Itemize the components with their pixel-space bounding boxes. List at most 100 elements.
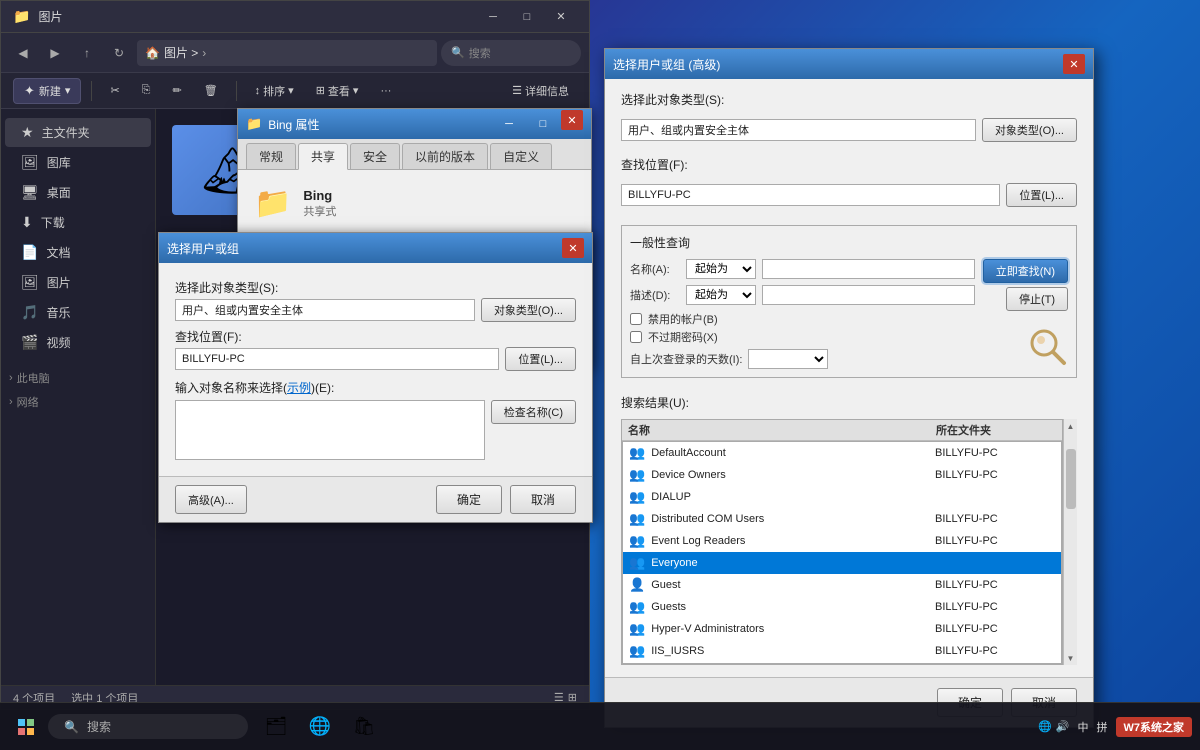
tab-previous-versions[interactable]: 以前的版本 <box>402 143 488 169</box>
result-Guests[interactable]: 👥 Guests BILLYFU-PC <box>623 596 1061 618</box>
bing-props-maximize[interactable]: □ <box>527 110 559 138</box>
scrollbar-thumb[interactable] <box>1066 449 1076 509</box>
select-user-adv-close[interactable]: ✕ <box>1063 54 1085 74</box>
result-Everyone[interactable]: 👥 Everyone <box>623 552 1061 574</box>
sidebar-item-home[interactable]: ★ 主文件夹 <box>5 118 151 147</box>
result-EventLogReaders[interactable]: 👥 Event Log Readers BILLYFU-PC <box>623 530 1061 552</box>
result-DefaultAccount[interactable]: 👥 DefaultAccount BILLYFU-PC <box>623 442 1061 464</box>
advanced-button[interactable]: 高级(A)... <box>175 485 247 514</box>
more-button[interactable]: ··· <box>372 82 399 100</box>
volume-icon[interactable]: 🔊 <box>1056 720 1070 733</box>
back-button[interactable]: ◀ <box>9 39 37 67</box>
example-link[interactable]: 示例 <box>287 381 311 395</box>
no-expire-checkbox[interactable] <box>630 331 642 343</box>
disabled-accounts-checkbox[interactable] <box>630 313 642 325</box>
bing-props-title: Bing 属性 <box>268 116 487 133</box>
taskbar-time-label: 中 <box>1078 719 1089 735</box>
refresh-button[interactable]: ↻ <box>105 39 133 67</box>
action-sep-2 <box>236 81 237 101</box>
disabled-accounts-label: 禁用的帐户(B) <box>648 311 718 327</box>
details-label: 详细信息 <box>525 83 569 99</box>
location-button[interactable]: 位置(L)... <box>505 347 576 371</box>
rename-button[interactable]: ✏ <box>164 81 189 100</box>
result-DeviceOwners[interactable]: 👥 Device Owners BILLYFU-PC <box>623 464 1061 486</box>
adv-location-row: BILLYFU-PC 位置(L)... <box>621 183 1077 207</box>
taskbar-icon-explorer[interactable]: 🗂 <box>256 707 296 747</box>
adv-location-button[interactable]: 位置(L)... <box>1006 183 1077 207</box>
desc-select[interactable]: 起始为 <box>686 285 756 305</box>
forward-button[interactable]: ▶ <box>41 39 69 67</box>
copy-button[interactable]: ⎘ <box>134 81 159 100</box>
desc-input[interactable] <box>762 285 975 305</box>
address-bar[interactable]: 🏠 图片 > › <box>137 40 437 66</box>
sidebar-item-music[interactable]: 🎵 音乐 <box>5 298 151 327</box>
group-icon-7: 👥 <box>629 599 645 615</box>
select-user-cancel[interactable]: 取消 <box>510 485 576 514</box>
stop-button[interactable]: 停止(T) <box>1006 287 1068 311</box>
object-name-textarea[interactable] <box>175 400 485 460</box>
result-INTERACTIVE[interactable]: 👥 INTERACTIVE <box>623 662 1061 664</box>
sidebar-item-downloads[interactable]: ⬇ 下载 <box>5 208 151 237</box>
select-user-small-titlebar: 选择用户或组 ✕ <box>159 233 592 263</box>
select-user-small-close[interactable]: ✕ <box>562 238 584 258</box>
close-button[interactable]: ✕ <box>545 3 577 31</box>
taskbar-search[interactable]: 🔍 搜索 <box>48 714 248 739</box>
select-user-ok[interactable]: 确定 <box>436 485 502 514</box>
name-select[interactable]: 起始为 <box>686 259 756 279</box>
result-HyperV[interactable]: 👥 Hyper-V Administrators BILLYFU-PC <box>623 618 1061 640</box>
details-button[interactable]: ☰ 详细信息 <box>504 80 577 102</box>
scroll-down-arrow[interactable]: ▼ <box>1064 651 1078 665</box>
taskbar-input-method[interactable]: 拼 <box>1097 719 1108 735</box>
minimize-button[interactable]: ─ <box>477 3 509 31</box>
new-button[interactable]: ✦ 新建 ▾ <box>13 78 81 104</box>
check-names-button[interactable]: 检查名称(C) <box>491 400 576 424</box>
sidebar-item-videos[interactable]: 🎬 视频 <box>5 328 151 357</box>
adv-object-type-button[interactable]: 对象类型(O)... <box>982 118 1077 142</box>
select-user-small-dialog: 选择用户或组 ✕ 选择此对象类型(S): 用户、组或内置安全主体 对象类型(O)… <box>158 232 593 523</box>
tab-security[interactable]: 安全 <box>350 143 400 169</box>
search-results-list[interactable]: 👥 DefaultAccount BILLYFU-PC 👥 Device Own… <box>622 441 1062 664</box>
general-query-box: 一般性查询 名称(A): 起始为 描述(D): 起 <box>621 225 1077 378</box>
find-now-button[interactable]: 立即查找(N) <box>983 259 1068 283</box>
bing-props-minimize[interactable]: ─ <box>493 110 525 138</box>
sidebar-item-documents[interactable]: 📄 文档 <box>5 238 151 267</box>
tab-custom[interactable]: 自定义 <box>490 143 552 169</box>
delete-button[interactable]: 🗑 <box>196 81 226 100</box>
group-icon-9: 👥 <box>629 643 645 659</box>
sidebar-label-gallery: 图库 <box>47 154 71 171</box>
sidebar-item-desktop[interactable]: 🖥 桌面 <box>5 178 151 207</box>
result-Guest[interactable]: 👤 Guest BILLYFU-PC <box>623 574 1061 596</box>
this-pc-group[interactable]: › 此电脑 <box>1 366 155 390</box>
adv-object-type-row: 用户、组或内置安全主体 对象类型(O)... <box>621 118 1077 142</box>
scrollbar-track[interactable]: ▲ ▼ <box>1063 419 1077 665</box>
object-type-button[interactable]: 对象类型(O)... <box>481 298 576 322</box>
taskbar-search-icon: 🔍 <box>64 720 79 734</box>
scroll-up-arrow[interactable]: ▲ <box>1064 419 1078 433</box>
result-DistributedCOMUsers[interactable]: 👥 Distributed COM Users BILLYFU-PC <box>623 508 1061 530</box>
network-group[interactable]: › 网络 <box>1 390 155 414</box>
group-icon-5: 👥 <box>629 533 645 549</box>
days-select[interactable] <box>748 349 828 369</box>
search-box[interactable]: 🔍 搜索 <box>441 40 581 66</box>
dialog-folder-icon: 📁 <box>254 186 291 221</box>
sidebar-item-gallery[interactable]: 🖼 图库 <box>5 148 151 177</box>
maximize-button[interactable]: □ <box>511 3 543 31</box>
network-tray-icon[interactable]: 🌐 <box>1038 720 1052 733</box>
tab-share[interactable]: 共享 <box>298 143 348 170</box>
cut-button[interactable]: ✂ <box>102 81 127 100</box>
sidebar-item-pictures[interactable]: 🖼 图片 <box>5 268 151 297</box>
result-DIALUP[interactable]: 👥 DIALUP <box>623 486 1061 508</box>
up-button[interactable]: ↑ <box>73 39 101 67</box>
name-input[interactable] <box>762 259 975 279</box>
bing-props-close[interactable]: ✕ <box>561 110 583 130</box>
view-button[interactable]: ⊞ 查看 ▾ <box>308 80 367 102</box>
sidebar-label-home: 主文件夹 <box>42 124 90 141</box>
action-sep-1 <box>91 81 92 101</box>
sort-button[interactable]: ↕ 排序 ▾ <box>247 80 302 102</box>
start-button[interactable] <box>8 709 44 745</box>
taskbar-icon-edge[interactable]: 🌐 <box>300 707 340 747</box>
taskbar-icon-store[interactable]: 🛍 <box>344 707 384 747</box>
tab-general[interactable]: 常规 <box>246 143 296 169</box>
result-IISIUSRS[interactable]: 👥 IIS_IUSRS BILLYFU-PC <box>623 640 1061 662</box>
system-tray-icons: 🌐 🔊 <box>1038 720 1069 733</box>
